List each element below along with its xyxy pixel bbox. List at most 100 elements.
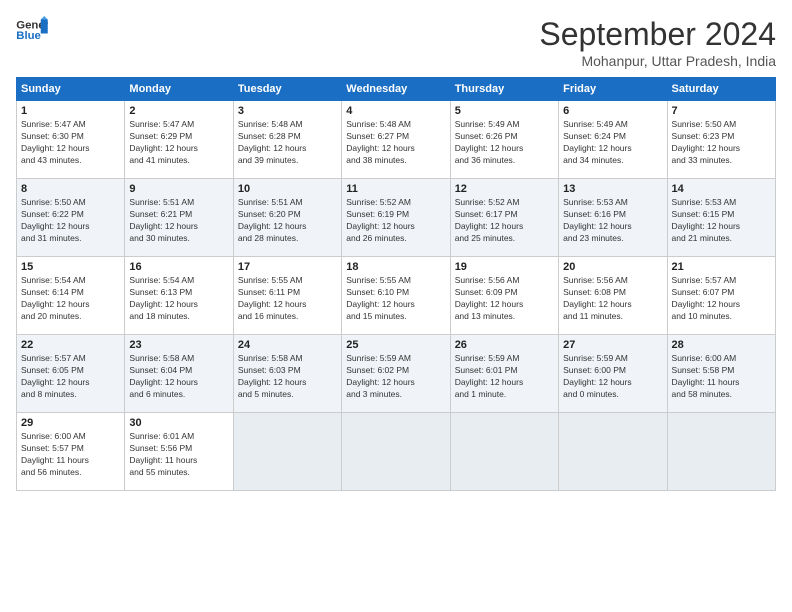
day-number: 25 — [346, 339, 445, 351]
day-info: Sunrise: 5:49 AMSunset: 6:26 PMDaylight:… — [455, 119, 554, 167]
table-cell: 12Sunrise: 5:52 AMSunset: 6:17 PMDayligh… — [450, 179, 558, 257]
day-number: 23 — [129, 339, 228, 351]
table-cell: 24Sunrise: 5:58 AMSunset: 6:03 PMDayligh… — [233, 335, 341, 413]
day-number: 1 — [21, 105, 120, 117]
table-cell — [233, 413, 341, 491]
location: Mohanpur, Uttar Pradesh, India — [539, 53, 776, 69]
day-number: 3 — [238, 105, 337, 117]
day-number: 17 — [238, 261, 337, 273]
day-info: Sunrise: 6:00 AMSunset: 5:57 PMDaylight:… — [21, 431, 120, 479]
day-info: Sunrise: 5:51 AMSunset: 6:21 PMDaylight:… — [129, 197, 228, 245]
table-cell: 14Sunrise: 5:53 AMSunset: 6:15 PMDayligh… — [667, 179, 775, 257]
table-cell: 4 Sunrise: 5:48 AMSunset: 6:27 PMDaylight… — [342, 101, 450, 179]
table-cell: 7 Sunrise: 5:50 AMSunset: 6:23 PMDaylight… — [667, 101, 775, 179]
day-number: 2 — [129, 105, 228, 117]
day-number: 19 — [455, 261, 554, 273]
table-cell: 29 Sunrise: 6:00 AMSunset: 5:57 PMDayligh… — [17, 413, 125, 491]
table-cell — [450, 413, 558, 491]
table-cell: 1 Sunrise: 5:47 AMSunset: 6:30 PMDaylight… — [17, 101, 125, 179]
table-cell: 25 Sunrise: 5:59 AMSunset: 6:02 PMDayligh… — [342, 335, 450, 413]
table-cell: 9 Sunrise: 5:51 AMSunset: 6:21 PMDaylight… — [125, 179, 233, 257]
day-info: Sunrise: 5:47 AMSunset: 6:29 PMDaylight:… — [129, 119, 228, 167]
day-number: 27 — [563, 339, 662, 351]
day-info: Sunrise: 5:55 AMSunset: 6:10 PMDaylight:… — [346, 275, 445, 323]
day-info: Sunrise: 5:57 AMSunset: 6:05 PMDaylight:… — [21, 353, 120, 401]
table-cell: 3 Sunrise: 5:48 AMSunset: 6:28 PMDaylight… — [233, 101, 341, 179]
day-info: Sunrise: 5:47 AMSunset: 6:30 PMDaylight:… — [21, 119, 120, 167]
day-info: Sunrise: 5:54 AMSunset: 6:13 PMDaylight:… — [129, 275, 228, 323]
day-info: Sunrise: 5:56 AMSunset: 6:09 PMDaylight:… — [455, 275, 554, 323]
table-cell — [342, 413, 450, 491]
day-number: 6 — [563, 105, 662, 117]
table-cell: 26 Sunrise: 5:59 AMSunset: 6:01 PMDayligh… — [450, 335, 558, 413]
day-info: Sunrise: 5:54 AMSunset: 6:14 PMDaylight:… — [21, 275, 120, 323]
table-cell: 22 Sunrise: 5:57 AMSunset: 6:05 PMDayligh… — [17, 335, 125, 413]
day-number: 8 — [21, 183, 120, 195]
table-cell: 27 Sunrise: 5:59 AMSunset: 6:00 PMDayligh… — [559, 335, 667, 413]
table-cell: 30 Sunrise: 6:01 AMSunset: 5:56 PMDayligh… — [125, 413, 233, 491]
day-info: Sunrise: 5:59 AMSunset: 6:00 PMDaylight:… — [563, 353, 662, 401]
day-info: Sunrise: 5:59 AMSunset: 6:02 PMDaylight:… — [346, 353, 445, 401]
month-title: September 2024 — [539, 16, 776, 53]
day-info: Sunrise: 5:51 AMSunset: 6:20 PMDaylight:… — [238, 197, 337, 245]
day-number: 26 — [455, 339, 554, 351]
table-cell — [559, 413, 667, 491]
table-cell: 8 Sunrise: 5:50 AMSunset: 6:22 PMDaylight… — [17, 179, 125, 257]
day-info: Sunrise: 5:57 AMSunset: 6:07 PMDaylight:… — [672, 275, 771, 323]
day-number: 29 — [21, 417, 120, 429]
header-friday: Friday — [559, 78, 667, 101]
day-number: 11 — [346, 183, 445, 195]
svg-text:Blue: Blue — [16, 30, 41, 42]
day-number: 10 — [238, 183, 337, 195]
title-block: September 2024 Mohanpur, Uttar Pradesh, … — [539, 16, 776, 69]
day-info: Sunrise: 5:49 AMSunset: 6:24 PMDaylight:… — [563, 119, 662, 167]
day-number: 14 — [672, 183, 771, 195]
table-cell — [667, 413, 775, 491]
table-cell: 16 Sunrise: 5:54 AMSunset: 6:13 PMDayligh… — [125, 257, 233, 335]
table-cell: 23 Sunrise: 5:58 AMSunset: 6:04 PMDayligh… — [125, 335, 233, 413]
day-info: Sunrise: 5:48 AMSunset: 6:27 PMDaylight:… — [346, 119, 445, 167]
table-cell: 18 Sunrise: 5:55 AMSunset: 6:10 PMDayligh… — [342, 257, 450, 335]
day-info: Sunrise: 5:48 AMSunset: 6:28 PMDaylight:… — [238, 119, 337, 167]
day-number: 9 — [129, 183, 228, 195]
day-info: Sunrise: 6:01 AMSunset: 5:56 PMDaylight:… — [129, 431, 228, 479]
day-info: Sunrise: 5:53 AMSunset: 6:16 PMDaylight:… — [563, 197, 662, 245]
day-number: 22 — [21, 339, 120, 351]
table-cell: 17 Sunrise: 5:55 AMSunset: 6:11 PMDayligh… — [233, 257, 341, 335]
day-info: Sunrise: 5:58 AMSunset: 6:04 PMDaylight:… — [129, 353, 228, 401]
header-thursday: Thursday — [450, 78, 558, 101]
day-number: 13 — [563, 183, 662, 195]
day-info: Sunrise: 5:52 AMSunset: 6:19 PMDaylight:… — [346, 197, 445, 245]
header-wednesday: Wednesday — [342, 78, 450, 101]
table-cell: 28Sunrise: 6:00 AMSunset: 5:58 PMDayligh… — [667, 335, 775, 413]
day-info: Sunrise: 6:00 AMSunset: 5:58 PMDaylight:… — [672, 353, 771, 401]
day-info: Sunrise: 5:58 AMSunset: 6:03 PMDaylight:… — [238, 353, 337, 401]
day-info: Sunrise: 5:56 AMSunset: 6:08 PMDaylight:… — [563, 275, 662, 323]
table-cell: 21 Sunrise: 5:57 AMSunset: 6:07 PMDayligh… — [667, 257, 775, 335]
table-cell: 13 Sunrise: 5:53 AMSunset: 6:16 PMDayligh… — [559, 179, 667, 257]
table-cell: 10 Sunrise: 5:51 AMSunset: 6:20 PMDayligh… — [233, 179, 341, 257]
day-number: 15 — [21, 261, 120, 273]
header-sunday: Sunday — [17, 78, 125, 101]
day-number: 4 — [346, 105, 445, 117]
day-number: 21 — [672, 261, 771, 273]
table-cell: 11 Sunrise: 5:52 AMSunset: 6:19 PMDayligh… — [342, 179, 450, 257]
header-monday: Monday — [125, 78, 233, 101]
day-number: 18 — [346, 261, 445, 273]
day-info: Sunrise: 5:52 AMSunset: 6:17 PMDaylight:… — [455, 197, 554, 245]
day-info: Sunrise: 5:50 AMSunset: 6:23 PMDaylight:… — [672, 119, 771, 167]
day-number: 16 — [129, 261, 228, 273]
table-cell: 5 Sunrise: 5:49 AMSunset: 6:26 PMDaylight… — [450, 101, 558, 179]
day-number: 7 — [672, 105, 771, 117]
table-cell: 20 Sunrise: 5:56 AMSunset: 6:08 PMDayligh… — [559, 257, 667, 335]
day-info: Sunrise: 5:50 AMSunset: 6:22 PMDaylight:… — [21, 197, 120, 245]
page-header: General Blue September 2024 Mohanpur, Ut… — [16, 16, 776, 69]
day-number: 5 — [455, 105, 554, 117]
day-info: Sunrise: 5:55 AMSunset: 6:11 PMDaylight:… — [238, 275, 337, 323]
day-number: 30 — [129, 417, 228, 429]
table-cell: 6 Sunrise: 5:49 AMSunset: 6:24 PMDaylight… — [559, 101, 667, 179]
table-cell: 2 Sunrise: 5:47 AMSunset: 6:29 PMDaylight… — [125, 101, 233, 179]
days-header-row: Sunday Monday Tuesday Wednesday Thursday… — [17, 78, 776, 101]
day-number: 20 — [563, 261, 662, 273]
day-info: Sunrise: 5:59 AMSunset: 6:01 PMDaylight:… — [455, 353, 554, 401]
